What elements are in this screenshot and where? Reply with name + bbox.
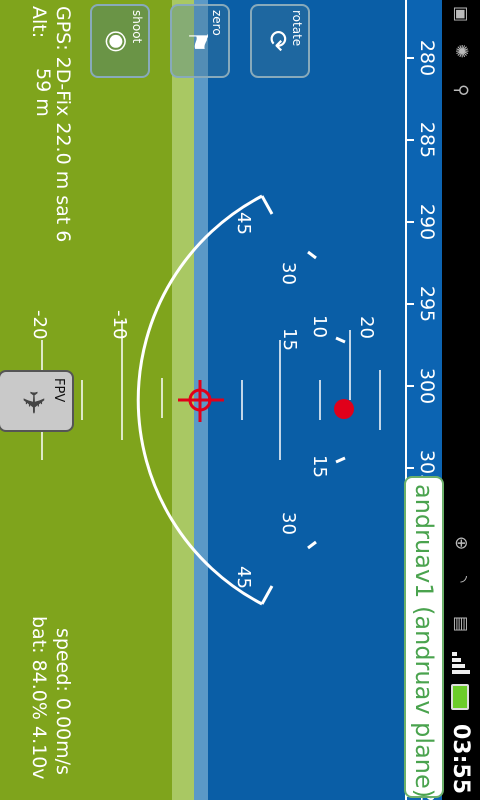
vehicle-name: andruav1 (andruav plane)	[410, 484, 438, 799]
fpv-button[interactable]: FPV ✈	[0, 370, 74, 432]
roll-label-right-30: 30	[278, 512, 299, 535]
alt-value: 59 m	[32, 68, 54, 117]
shoot-button[interactable]: shoot ◉	[90, 4, 150, 78]
roll-label-left-30: 30	[278, 262, 299, 285]
screen: ▣ ✺ ⚲ ⊕ ◝ ▤ 03:55 2802852902953003053103…	[0, 0, 480, 800]
rotate-button-label: rotate	[290, 10, 304, 47]
rotate-icon: ⟳	[262, 30, 292, 52]
speed-readout: speed: 0.00m/s	[52, 628, 74, 775]
roll-label-right-20: 20	[356, 316, 377, 339]
roll-label-left-15: 15	[279, 328, 300, 351]
target-reticle-icon	[178, 380, 224, 422]
zero-button[interactable]: zero ⚑	[170, 4, 230, 78]
roll-label-left-10: 10	[309, 315, 330, 338]
flag-icon: ⚑	[182, 30, 212, 54]
pitch-label-minus-10: -10	[109, 310, 130, 340]
landscape-frame: ▣ ✺ ⚲ ⊕ ◝ ▤ 03:55 2802852902953003053103…	[0, 0, 480, 800]
vehicle-name-badge[interactable]: andruav1 (andruav plane)	[404, 476, 444, 798]
shoot-button-label: shoot	[130, 10, 144, 44]
pitch-lines	[41, 320, 381, 460]
alt-label: Alt:	[28, 6, 50, 39]
battery-readout: bat: 84.0% 4.10v	[28, 616, 50, 780]
roll-label-right-45: 45	[233, 566, 254, 589]
fpv-button-label: FPV	[51, 378, 66, 403]
rotate-button[interactable]: rotate ⟳	[250, 4, 310, 78]
pitch-label-minus-20: -20	[29, 310, 50, 340]
camera-icon: ◉	[102, 30, 132, 53]
plane-icon: ✈	[15, 390, 50, 416]
roll-label-right-15: 15	[309, 455, 330, 478]
gps-status: GPS: 2D-Fix 22.0 m sat 6	[52, 6, 74, 243]
roll-indicator-dot	[334, 399, 354, 419]
roll-label-left-45: 45	[233, 212, 254, 235]
zero-button-label: zero	[210, 10, 224, 36]
